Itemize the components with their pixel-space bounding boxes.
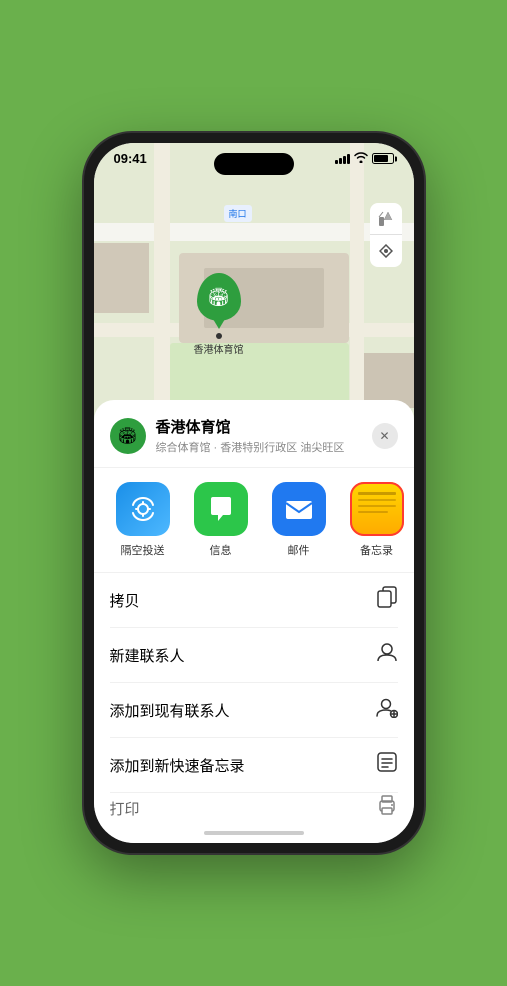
map-pin-label: 香港体育馆 bbox=[194, 341, 244, 356]
map-style-button[interactable] bbox=[370, 203, 402, 235]
airdrop-label: 隔空投送 bbox=[121, 542, 165, 558]
venue-name: 香港体育馆 bbox=[156, 416, 372, 437]
action-add-existing[interactable]: 添加到现有联系人 bbox=[110, 683, 398, 738]
venue-icon: 🏟 bbox=[110, 418, 146, 454]
share-item-mail[interactable]: 邮件 bbox=[266, 482, 332, 558]
phone-frame: 09:41 bbox=[84, 133, 424, 853]
add-existing-icon bbox=[376, 696, 398, 724]
action-add-existing-label: 添加到现有联系人 bbox=[110, 700, 230, 721]
share-item-notes[interactable]: 备忘录 bbox=[344, 482, 410, 558]
add-notes-icon bbox=[376, 751, 398, 779]
action-add-notes-label: 添加到新快速备忘录 bbox=[110, 755, 245, 776]
action-new-contact[interactable]: 新建联系人 bbox=[110, 628, 398, 683]
action-list: 拷贝 新建联系人 bbox=[94, 573, 414, 823]
home-indicator bbox=[204, 831, 304, 835]
signal-bars-icon bbox=[335, 154, 350, 164]
action-new-contact-label: 新建联系人 bbox=[110, 645, 185, 666]
map-pin: 🏟 bbox=[197, 273, 241, 321]
venue-info: 香港体育馆 综合体育馆 · 香港特别行政区 油尖旺区 bbox=[156, 416, 372, 455]
map-label: 南口 bbox=[224, 205, 252, 222]
dynamic-island bbox=[214, 153, 294, 175]
bottom-sheet: 🏟 香港体育馆 综合体育馆 · 香港特别行政区 油尖旺区 ✕ bbox=[94, 400, 414, 843]
stadium-icon: 🏟 bbox=[207, 287, 230, 308]
action-print[interactable]: 打印 bbox=[110, 793, 398, 823]
status-time: 09:41 bbox=[114, 151, 147, 166]
phone-screen: 09:41 bbox=[94, 143, 414, 843]
action-add-notes[interactable]: 添加到新快速备忘录 bbox=[110, 738, 398, 793]
action-print-label: 打印 bbox=[110, 798, 140, 819]
messages-label: 信息 bbox=[210, 542, 232, 558]
action-copy[interactable]: 拷贝 bbox=[110, 573, 398, 628]
new-contact-icon bbox=[376, 641, 398, 669]
map-controls bbox=[370, 203, 402, 267]
share-row: 隔空投送 信息 bbox=[94, 468, 414, 573]
location-button[interactable] bbox=[370, 235, 402, 267]
print-icon bbox=[376, 794, 398, 822]
notes-icon bbox=[350, 482, 404, 536]
venue-header: 🏟 香港体育馆 综合体育馆 · 香港特别行政区 油尖旺区 ✕ bbox=[94, 416, 414, 468]
venue-subtitle: 综合体育馆 · 香港特别行政区 油尖旺区 bbox=[156, 439, 372, 455]
airdrop-icon bbox=[116, 482, 170, 536]
map-pin-dot bbox=[216, 333, 222, 339]
copy-icon bbox=[376, 586, 398, 614]
action-copy-label: 拷贝 bbox=[110, 590, 140, 611]
mail-label: 邮件 bbox=[288, 542, 310, 558]
close-button[interactable]: ✕ bbox=[372, 423, 398, 449]
share-item-airdrop[interactable]: 隔空投送 bbox=[110, 482, 176, 558]
share-item-messages[interactable]: 信息 bbox=[188, 482, 254, 558]
mail-icon bbox=[272, 482, 326, 536]
status-icons bbox=[335, 152, 394, 166]
wifi-icon bbox=[354, 152, 368, 166]
notes-label: 备忘录 bbox=[360, 542, 393, 558]
map-pin-container: 🏟 香港体育馆 bbox=[194, 273, 244, 356]
messages-icon bbox=[194, 482, 248, 536]
battery-icon bbox=[372, 153, 394, 164]
